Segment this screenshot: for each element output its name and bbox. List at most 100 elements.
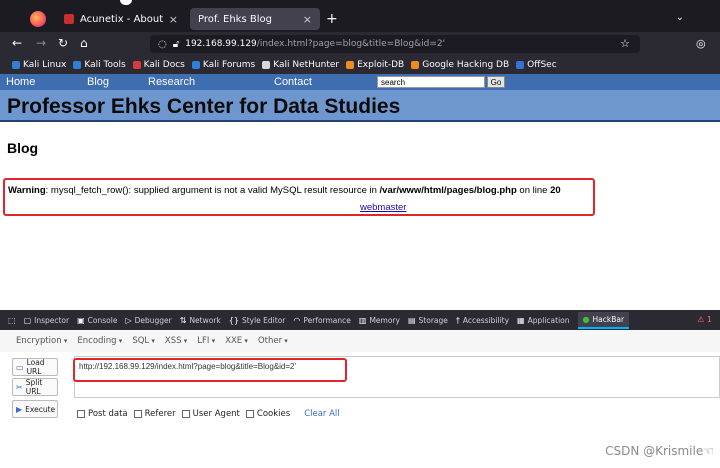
exploit-db-icon xyxy=(346,61,355,69)
tab-close-icon[interactable]: × xyxy=(169,13,178,26)
go-button[interactable]: Go xyxy=(487,76,505,88)
warning-highlight xyxy=(3,178,595,216)
back-icon[interactable]: ← xyxy=(12,36,22,50)
tab-storage[interactable]: ▤ Storage xyxy=(408,316,448,325)
hackbar-menu: Encryption Encoding SQL XSS LFI XXE Othe… xyxy=(0,330,720,352)
tab-style-editor[interactable]: {} Style Editor xyxy=(229,316,286,325)
tab-title: Prof. Ehks Blog xyxy=(198,13,272,25)
shield-icon[interactable]: ◌ xyxy=(158,39,167,50)
bookmarks-toolbar: Kali Linux Kali Tools Kali Docs Kali For… xyxy=(0,56,720,74)
option-label: Referer xyxy=(144,409,176,419)
tab-hackbar[interactable]: ● HackBar xyxy=(577,311,630,329)
accessibility-icon: † xyxy=(455,315,460,325)
load-url-button[interactable]: ▭ Load URL xyxy=(12,358,58,376)
url-path: /index.html?page=blog&title=Blog&id=2' xyxy=(256,39,446,49)
button-label: Load URL xyxy=(26,358,45,376)
error-count-badge[interactable]: ⚠ 1 xyxy=(697,315,712,324)
tab-console[interactable]: ▣ Console xyxy=(77,316,117,325)
tab-inspector[interactable]: ▢ Inspector xyxy=(24,316,70,325)
tab-bar: Acunetix - About × Prof. Ehks Blog × + ⌄ xyxy=(0,6,720,32)
nav-research[interactable]: Research xyxy=(148,76,195,88)
tab-ehks-blog[interactable]: Prof. Ehks Blog × xyxy=(190,8,320,30)
bookmark-kali-docs[interactable]: Kali Docs xyxy=(132,60,185,70)
url-bar[interactable]: ◌ 🔓︎ 192.168.99.129/index.html?page=blog… xyxy=(150,35,640,53)
cookies-checkbox[interactable]: Cookies xyxy=(245,409,290,419)
debugger-icon: ▷ xyxy=(125,315,132,325)
kali-icon xyxy=(12,61,20,69)
bookmark-kali-linux[interactable]: Kali Linux xyxy=(12,60,66,70)
menu-xxe[interactable]: XXE xyxy=(225,336,248,346)
user-agent-checkbox[interactable]: User Agent xyxy=(181,409,240,419)
webmaster-link[interactable]: webmaster xyxy=(360,202,406,213)
execute-button[interactable]: ▶ Execute xyxy=(12,400,58,418)
bookmark-exploit-db[interactable]: Exploit-DB xyxy=(346,60,404,70)
tab-memory[interactable]: ▥ Memory xyxy=(359,316,400,325)
picker-icon[interactable]: ⬚ xyxy=(8,316,16,325)
nav-blog[interactable]: Blog xyxy=(87,76,109,88)
bookmark-label: Kali Docs xyxy=(143,60,185,70)
error-count: 1 xyxy=(706,315,712,324)
clear-all-button[interactable]: Clear All xyxy=(304,409,339,419)
inspector-icon: ▢ xyxy=(23,315,32,325)
tab-stub xyxy=(120,0,132,5)
menu-encoding[interactable]: Encoding xyxy=(77,336,122,346)
firefox-view-icon[interactable] xyxy=(30,11,46,27)
warning-path: /var/www/html/pages/blog.php xyxy=(379,185,517,196)
bookmark-label: Kali NetHunter xyxy=(273,60,340,70)
bookmark-kali-nethunter[interactable]: Kali NetHunter xyxy=(262,60,339,70)
site-search-input[interactable]: search xyxy=(377,76,485,88)
url-highlight xyxy=(73,358,347,382)
bookmark-kali-tools[interactable]: Kali Tools xyxy=(73,60,126,70)
menu-other[interactable]: Other xyxy=(258,336,288,346)
checkbox-icon xyxy=(133,410,142,418)
bookmark-ghdb[interactable]: Google Hacking DB xyxy=(411,60,509,70)
web-page: Home Blog Research Contact search Go Pro… xyxy=(0,74,720,310)
menu-sql[interactable]: SQL xyxy=(132,336,155,346)
nav-home[interactable]: Home xyxy=(6,76,35,88)
tab-accessibility[interactable]: † Accessibility xyxy=(456,316,509,325)
tab-network[interactable]: ⇅ Network xyxy=(180,316,221,325)
tab-application[interactable]: ▦ Application xyxy=(517,316,569,325)
tab-performance[interactable]: ◠ Performance xyxy=(293,316,351,325)
post-data-checkbox[interactable]: Post data xyxy=(77,409,128,419)
page-title: Blog xyxy=(7,140,39,156)
menu-xss[interactable]: XSS xyxy=(165,336,187,346)
offsec-icon xyxy=(516,61,525,69)
tab-label: Network xyxy=(189,315,221,325)
kali-icon xyxy=(191,61,200,69)
network-icon: ⇅ xyxy=(179,315,187,325)
storage-icon: ▤ xyxy=(407,315,416,325)
split-url-icon: ✂ xyxy=(16,382,23,392)
hackbar-icon: ● xyxy=(582,314,590,324)
bookmark-star-icon[interactable]: ☆ xyxy=(620,37,630,50)
tab-close-icon[interactable]: × xyxy=(303,13,312,26)
checkbox-icon xyxy=(181,410,190,418)
execute-icon: ▶ xyxy=(16,404,23,414)
menu-encryption[interactable]: Encryption xyxy=(16,336,67,346)
warning-line: 20 xyxy=(550,185,561,196)
tab-list-icon[interactable]: ⌄ xyxy=(676,12,684,23)
split-url-button[interactable]: ✂ Split URL xyxy=(12,378,58,396)
docs-icon xyxy=(132,61,141,69)
tab-label: Performance xyxy=(303,315,351,325)
hackbar-options: Post data Referer User Agent Cookies Cle… xyxy=(77,409,340,419)
reload-icon[interactable]: ↻ xyxy=(58,36,68,50)
site-header: Professor Ehks Center for Data Studies xyxy=(0,90,720,122)
lock-icon[interactable]: 🔓︎ xyxy=(173,39,179,50)
menu-lfi[interactable]: LFI xyxy=(197,336,215,346)
pocket-icon[interactable]: ◎ xyxy=(696,37,706,50)
tab-label: Storage xyxy=(418,315,448,325)
tab-debugger[interactable]: ▷ Debugger xyxy=(125,316,171,325)
bookmark-offsec[interactable]: OffSec xyxy=(516,60,557,70)
forward-icon[interactable]: → xyxy=(36,36,46,50)
tab-label: Accessibility xyxy=(462,315,510,325)
referer-checkbox[interactable]: Referer xyxy=(133,409,176,419)
bookmark-label: Kali Forums xyxy=(202,60,256,70)
new-tab-button[interactable]: + xyxy=(326,11,338,27)
tab-acunetix[interactable]: Acunetix - About × xyxy=(56,8,186,30)
bookmark-kali-forums[interactable]: Kali Forums xyxy=(191,60,256,70)
home-icon[interactable]: ⌂ xyxy=(80,36,88,50)
bookmark-label: Exploit-DB xyxy=(357,60,405,70)
nav-contact[interactable]: Contact xyxy=(274,76,312,88)
load-url-icon: ▭ xyxy=(16,362,24,372)
